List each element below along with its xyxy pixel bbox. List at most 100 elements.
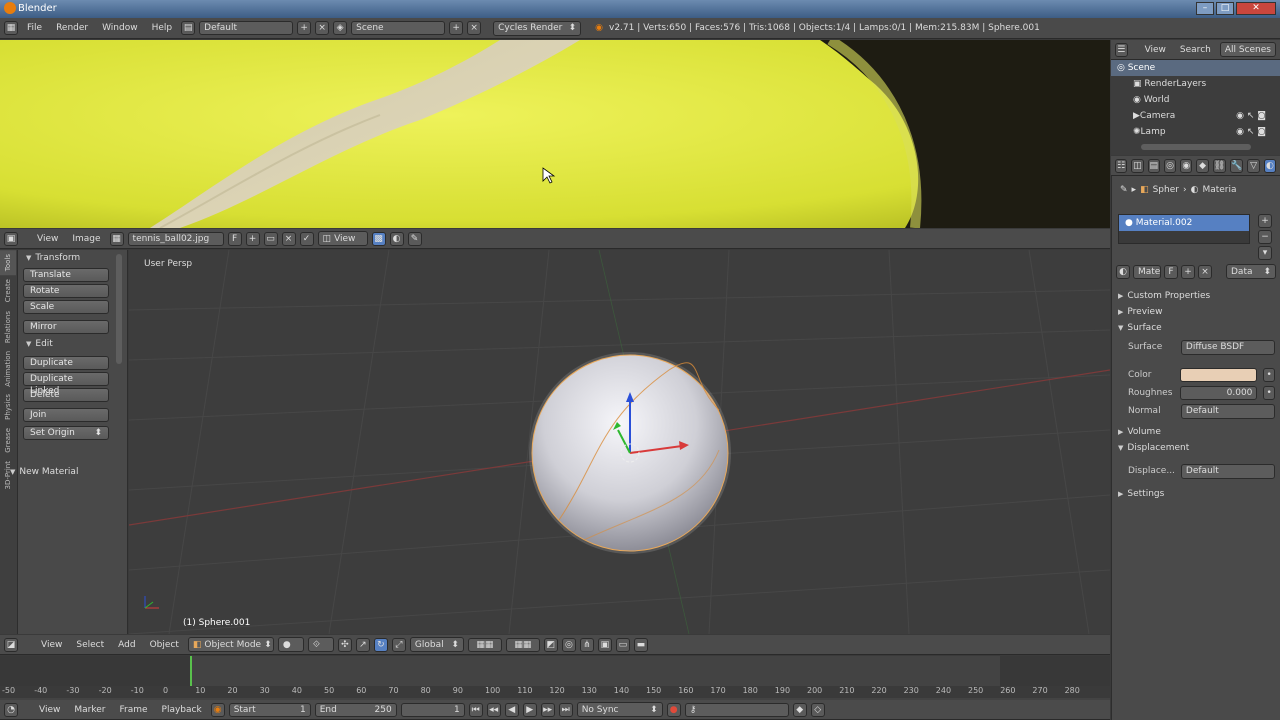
material-tab-icon[interactable]: ◐ xyxy=(1263,158,1277,173)
scene-add-icon[interactable]: + xyxy=(449,21,464,35)
tab-create[interactable]: Create xyxy=(0,275,16,306)
timeline-menu-frame[interactable]: Frame xyxy=(114,705,152,715)
duplicate-button[interactable]: Duplicate xyxy=(23,356,109,370)
menu-file[interactable]: File xyxy=(22,23,47,33)
visibility-eye-icon[interactable]: ◉ ↖ ◙ xyxy=(1236,124,1280,140)
layers-grid-icon[interactable]: ▦▦ xyxy=(467,637,502,652)
material-slots-list[interactable]: ● Material.002 xyxy=(1118,214,1250,244)
outliner-item-scene[interactable]: ◎ Scene xyxy=(1111,60,1280,76)
outliner-menu-view[interactable]: View xyxy=(1140,45,1171,55)
material-slot-item[interactable]: ● Material.002 xyxy=(1119,215,1249,231)
edit-panel-header[interactable]: ▼ Edit xyxy=(20,336,112,352)
translate-button[interactable]: Translate xyxy=(23,268,109,282)
remove-slot-icon[interactable]: − xyxy=(1258,230,1272,244)
color-link-icon[interactable]: • xyxy=(1263,368,1275,382)
outliner-menu-search[interactable]: Search xyxy=(1175,45,1216,55)
image-new-icon[interactable]: + xyxy=(245,231,260,246)
timeline-menu-marker[interactable]: Marker xyxy=(69,705,110,715)
renderlayer-tab-icon[interactable]: ▤ xyxy=(1147,158,1160,173)
next-keyframe-icon[interactable]: ▸▸ xyxy=(540,702,555,717)
close-button[interactable]: ✕ xyxy=(1236,2,1276,15)
outliner-tree[interactable]: ◎ Scene ▣ RenderLayers ◉ World ▶ Camera ◉… xyxy=(1111,60,1280,155)
set-origin-menu[interactable]: Set Origin ⬍ xyxy=(23,426,109,440)
image-editor-canvas[interactable] xyxy=(0,40,1110,228)
tab-animation[interactable]: Animation xyxy=(0,347,16,391)
play-reverse-icon[interactable]: ◀ xyxy=(504,702,519,717)
tab-physics[interactable]: Physics xyxy=(0,390,16,424)
data-tab-icon[interactable]: ▽ xyxy=(1247,158,1260,173)
scene-tab-icon[interactable]: ◎ xyxy=(1163,158,1177,173)
preview-range-icon[interactable]: ◉ xyxy=(210,702,225,717)
scale-manipulator-icon[interactable]: ⤢ xyxy=(391,637,406,652)
editor-type-icon[interactable]: ☰ xyxy=(1115,42,1128,57)
timeline-area[interactable]: -50 -40 -30 -20 -10 0 10 20 30 40 50 60 70 80 90 100 110… xyxy=(0,656,1110,700)
timeline-menu-playback[interactable]: Playback xyxy=(157,705,207,715)
image-menu-view[interactable]: View xyxy=(32,234,63,244)
manipulator-toggle-icon[interactable]: ✣ xyxy=(337,637,352,652)
layout-remove-icon[interactable]: × xyxy=(315,21,330,35)
image-browse-icon[interactable]: ▦ xyxy=(109,231,124,246)
scene-remove-icon[interactable]: × xyxy=(467,21,482,35)
pivot-select[interactable]: ⟐ xyxy=(307,637,334,652)
viewport-menu-select[interactable]: Select xyxy=(71,640,109,650)
new-material-panel-header[interactable]: ▼ New Material xyxy=(4,464,124,480)
editor-type-icon[interactable]: ▦ xyxy=(4,21,18,35)
volume-panel[interactable]: ▶ Volume xyxy=(1112,424,1280,440)
material-add-icon[interactable]: + xyxy=(1181,264,1195,279)
settings-panel[interactable]: ▶ Settings xyxy=(1112,486,1280,502)
link-data-select[interactable]: Data ⬍ xyxy=(1226,264,1276,279)
outliner-h-scrollbar[interactable] xyxy=(1141,144,1251,150)
keying-set-field[interactable]: ⚷ xyxy=(684,702,789,717)
tab-grease-pencil[interactable]: Grease xyxy=(0,424,16,457)
tab-relations[interactable]: Relations xyxy=(0,307,16,347)
image-unlink-icon[interactable]: × xyxy=(281,231,296,246)
display-channels-icon[interactable]: ▩ xyxy=(371,231,386,246)
maximize-button[interactable]: □ xyxy=(1216,2,1234,15)
modifiers-tab-icon[interactable]: 🔧 xyxy=(1230,158,1244,173)
add-slot-icon[interactable]: + xyxy=(1258,214,1272,228)
current-frame-indicator[interactable] xyxy=(190,656,192,688)
viewport-menu-add[interactable]: Add xyxy=(113,640,140,650)
object-tab-icon[interactable]: ◆ xyxy=(1196,158,1209,173)
viewport-menu-view[interactable]: View xyxy=(36,640,67,650)
layers-grid-2-icon[interactable]: ▦▦ xyxy=(505,637,540,652)
delete-keyframe-icon[interactable]: ◇ xyxy=(810,702,825,717)
opengl-anim-icon[interactable]: ▬ xyxy=(633,637,648,652)
image-menu-image[interactable]: Image xyxy=(67,234,105,244)
editor-type-icon[interactable]: ☷ xyxy=(1115,158,1128,173)
surface-shader-select[interactable]: Diffuse BSDF xyxy=(1180,339,1275,355)
start-frame-field[interactable]: Start 1 xyxy=(228,702,311,717)
scene-field[interactable]: Scene xyxy=(351,21,446,35)
snap-icon[interactable]: ⋔ xyxy=(579,637,594,652)
layout-add-icon[interactable]: + xyxy=(297,21,312,35)
custom-properties-panel[interactable]: ▶ Custom Properties xyxy=(1112,288,1280,304)
proportional-edit-icon[interactable]: ◎ xyxy=(561,637,576,652)
mode-select[interactable]: ◧ Object Mode ⬍ xyxy=(187,637,274,652)
record-icon[interactable]: ● xyxy=(666,702,681,717)
preview-panel[interactable]: ▶ Preview xyxy=(1112,304,1280,320)
menu-window[interactable]: Window xyxy=(97,23,143,33)
menu-render[interactable]: Render xyxy=(51,23,93,33)
normal-select[interactable]: Default xyxy=(1180,403,1275,419)
roughness-link-icon[interactable]: • xyxy=(1263,386,1275,400)
jump-start-icon[interactable]: ⏮ xyxy=(468,702,483,717)
lock-layers-icon[interactable]: ◩ xyxy=(543,637,558,652)
scale-button[interactable]: Scale xyxy=(23,300,109,314)
image-name-field[interactable]: tennis_ball02.jpg xyxy=(127,231,224,246)
outliner-item-camera[interactable]: ▶ Camera ◉ ↖ ◙ xyxy=(1111,108,1280,124)
material-browse-icon[interactable]: ◐ xyxy=(1116,264,1130,279)
surface-panel-header[interactable]: ▼ Surface xyxy=(1112,320,1280,336)
displacement-panel-header[interactable]: ▼ Displacement xyxy=(1112,440,1280,456)
orientation-select[interactable]: Global ⬍ xyxy=(409,637,464,652)
constraints-tab-icon[interactable]: ⛓ xyxy=(1212,158,1227,173)
end-frame-field[interactable]: End 250 xyxy=(314,702,397,717)
duplicate-linked-button[interactable]: Duplicate Linked xyxy=(23,372,109,396)
rotate-manipulator-icon[interactable]: ↻ xyxy=(373,637,388,652)
join-button[interactable]: Join xyxy=(23,408,109,422)
pin-icon[interactable]: ✎ xyxy=(1120,185,1128,195)
jump-end-icon[interactable]: ⏭ xyxy=(558,702,573,717)
material-fake-user-icon[interactable]: F xyxy=(1164,264,1178,279)
scene-icon[interactable]: ◈ xyxy=(333,21,348,35)
play-icon[interactable]: ▶ xyxy=(522,702,537,717)
viewport-menu-object[interactable]: Object xyxy=(145,640,184,650)
